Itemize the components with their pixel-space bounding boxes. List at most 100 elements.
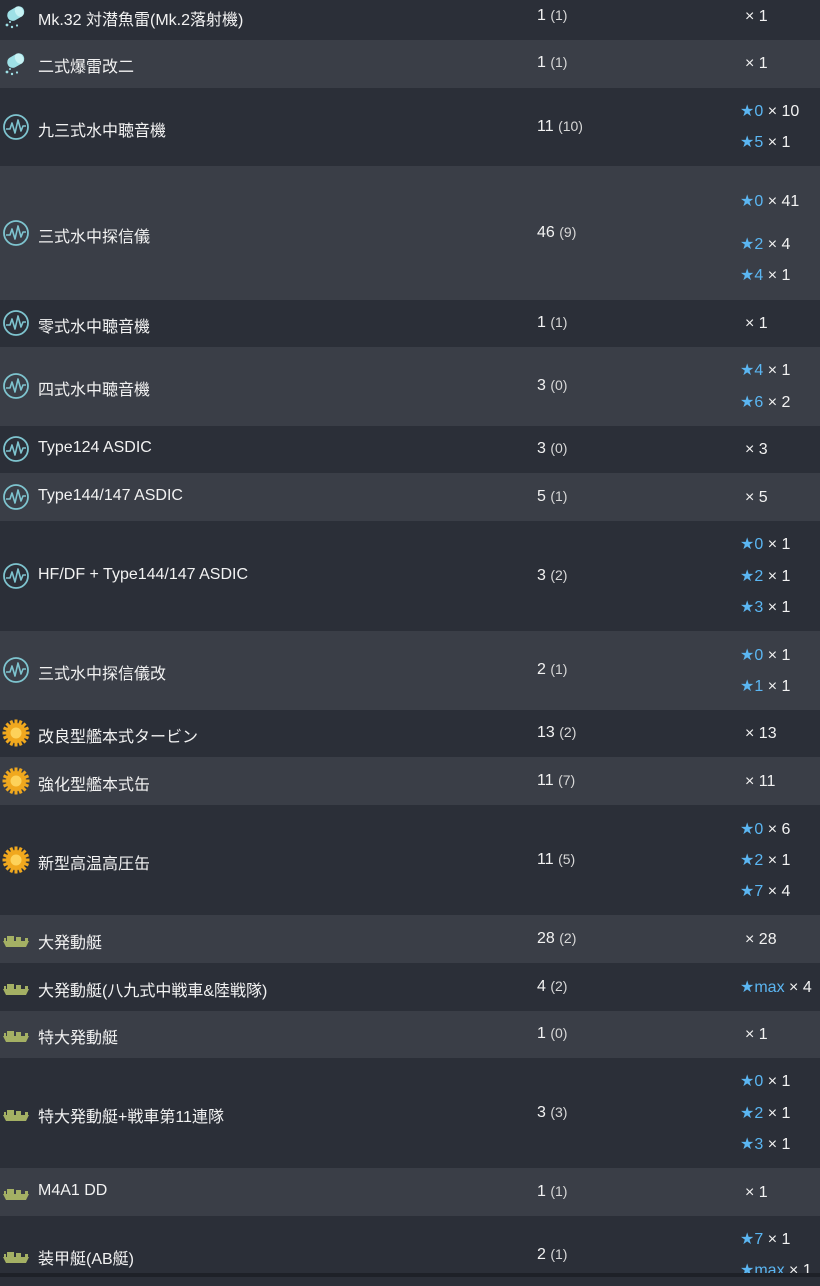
equipment-count: 4 (2)	[537, 978, 567, 996]
improvement-star: ★1	[740, 678, 764, 695]
improvement-count: × 1	[767, 647, 791, 664]
improvement-count: × 4	[789, 979, 812, 996]
equipment-name: 特大発動艇+戦車第11連隊	[38, 1109, 224, 1126]
sonar-icon	[2, 113, 30, 141]
total-count: 1	[537, 314, 546, 331]
improvement-star: ★6	[740, 394, 764, 411]
improvement-count: × 1	[767, 536, 791, 553]
equipment-row: 四式水中聴音機 3 (0) ★4 × 1 ★6 × 2	[0, 347, 820, 426]
improvement-line: × 13	[740, 718, 777, 749]
equipment-row: 特大発動艇+戦車第11連隊 3 (3) ★0 × 1 ★2 × 1 ★3 × 1	[0, 1058, 820, 1168]
total-count: 1	[537, 1183, 546, 1200]
equipment-name: 特大発動艇	[38, 1030, 119, 1047]
improvement-star: ★7	[740, 883, 764, 900]
landing-craft-icon	[2, 925, 30, 953]
locked-count: (9)	[559, 224, 577, 240]
sonar-icon	[2, 372, 30, 400]
improvement-line: × 1	[740, 1177, 768, 1208]
equipment-row: HF/DF + Type144/147 ASDIC 3 (2) ★0 × 1 ★2 ×…	[0, 521, 820, 631]
improvement-line: ★2 × 1	[740, 561, 790, 592]
improvement-count: × 41	[767, 193, 800, 210]
equipment-name: 九三式水中聴音機	[38, 123, 167, 140]
improvement-count: × 6	[767, 821, 791, 838]
improvement-count: × 10	[767, 103, 800, 120]
equipment-name: 大発動艇	[38, 935, 103, 952]
improvement-line: ★2 × 1	[740, 845, 790, 876]
equipment-name: 装甲艇(AB艇)	[38, 1251, 135, 1268]
improvement-line: ★2 × 4	[740, 229, 790, 260]
improvement-count: × 2	[767, 394, 791, 411]
equipment-count: 1 (0)	[537, 1025, 567, 1043]
equipment-row: 特大発動艇 1 (0) × 1	[0, 1011, 820, 1058]
sonar-icon	[2, 562, 30, 590]
sonar-icon	[2, 656, 30, 684]
improvement-count: × 1	[767, 568, 791, 585]
locked-count: (1)	[550, 1246, 568, 1262]
improvement-line: ★3 × 1	[740, 1129, 790, 1160]
total-count: 5	[537, 488, 546, 505]
total-count: 4	[537, 978, 546, 995]
improvement-line: ★4 × 1	[740, 355, 790, 386]
improvement-star: ★5	[740, 134, 764, 151]
equipment-row: M4A1 DD 1 (1) × 1	[0, 1168, 820, 1216]
equipment-name: 三式水中探信儀改	[38, 666, 167, 683]
improvement-star: ★2	[740, 1105, 764, 1122]
improvement-count: × 1	[767, 599, 791, 616]
equipment-count: 3 (2)	[537, 567, 567, 585]
landing-craft-icon	[2, 1099, 30, 1127]
improvement-line: ★1 × 1	[740, 671, 790, 702]
total-count: 11	[537, 772, 554, 789]
improvement-count: × 1	[745, 315, 768, 332]
equipment-name: 大発動艇(八九式中戦車&陸戦隊)	[38, 983, 268, 1000]
improvement-count: × 1	[767, 134, 791, 151]
improvement-count: × 1	[767, 852, 791, 869]
equipment-count: 2 (1)	[537, 1246, 567, 1264]
equipment-name: 三式水中探信儀	[38, 229, 151, 246]
total-count: 1	[537, 54, 546, 71]
improvement-count: × 1	[767, 678, 791, 695]
improvement-line: × 1	[740, 48, 768, 79]
improvement-line: ★0 × 10	[740, 96, 799, 127]
equipment-row: 改良型艦本式タービン 13 (2) × 13	[0, 710, 820, 757]
improvement-star: ★2	[740, 852, 764, 869]
total-count: 1	[537, 1025, 546, 1042]
equipment-row: 三式水中探信儀改 2 (1) ★0 × 1 ★1 × 1	[0, 631, 820, 710]
improvement-line: ★3 × 1	[740, 592, 790, 623]
locked-count: (1)	[550, 661, 568, 677]
improvement-star: ★7	[740, 1231, 764, 1248]
total-count: 3	[537, 567, 546, 584]
improvement-star: ★0	[740, 821, 764, 838]
improvement-line: ★0 × 1	[740, 640, 790, 671]
equipment-row: 零式水中聴音機 1 (1) × 1	[0, 300, 820, 347]
improvement-count: × 1	[767, 1136, 791, 1153]
sonar-icon	[2, 435, 30, 463]
total-count: 28	[537, 930, 555, 947]
improvement-count: × 1	[767, 1105, 791, 1122]
improvement-star: ★4	[740, 267, 764, 284]
equipment-count: 1 (1)	[537, 7, 567, 25]
locked-count: (0)	[550, 440, 568, 456]
improvement-line: × 5	[740, 482, 768, 513]
equipment-name: Mk.32 対潜魚雷(Mk.2落射機)	[38, 12, 244, 29]
equipment-name: 新型高温高圧缶	[38, 856, 151, 873]
locked-count: (3)	[550, 1104, 568, 1120]
locked-count: (1)	[550, 488, 568, 504]
improvement-line: ★6 × 2	[740, 387, 790, 418]
equipment-row: Type124 ASDIC 3 (0) × 3	[0, 426, 820, 473]
improvement-line: ★7 × 4	[740, 876, 790, 907]
improvement-line: × 1	[740, 1, 768, 32]
total-count: 3	[537, 440, 546, 457]
equipment-name: 零式水中聴音機	[38, 319, 151, 336]
total-count: 3	[537, 1104, 546, 1121]
total-count: 46	[537, 224, 555, 241]
landing-craft-icon	[2, 1020, 30, 1048]
equipment-count: 3 (0)	[537, 377, 567, 395]
locked-count: (5)	[558, 851, 576, 867]
improvement-line: ★0 × 1	[740, 529, 790, 560]
improvement-count: × 3	[745, 441, 768, 458]
landing-craft-icon	[2, 1178, 30, 1206]
equipment-count: 28 (2)	[537, 930, 576, 948]
improvement-line: ★0 × 6	[740, 814, 790, 845]
equipment-name: M4A1 DD	[38, 1182, 108, 1199]
improvement-star: ★3	[740, 599, 764, 616]
